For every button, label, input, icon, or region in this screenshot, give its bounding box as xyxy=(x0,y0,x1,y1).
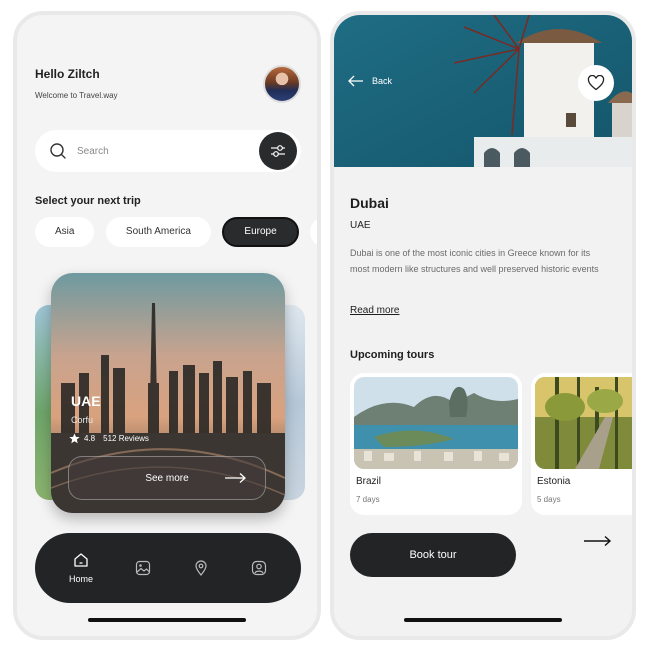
tour-card-estonia[interactable]: Estonia 5 days xyxy=(531,373,632,515)
avatar[interactable] xyxy=(263,65,301,103)
card-title: UAE xyxy=(71,393,101,409)
tour-name: Estonia xyxy=(537,476,571,487)
nav-profile[interactable] xyxy=(239,533,279,603)
card-subtitle: Corfu xyxy=(71,415,94,425)
arrow-right-icon xyxy=(225,473,246,483)
greeting-subtitle: Welcome to Travel.way xyxy=(35,91,118,100)
arrow-right-icon[interactable] xyxy=(584,535,612,547)
chip-more[interactable]: A xyxy=(310,217,317,247)
destination-title: Dubai xyxy=(350,195,389,211)
hero-image: Back xyxy=(334,15,632,167)
favorite-button[interactable] xyxy=(578,65,614,101)
back-label: Back xyxy=(372,76,393,86)
nav-home-label: Home xyxy=(68,574,93,584)
search-icon xyxy=(50,143,66,159)
tour-image-brazil xyxy=(354,377,518,469)
home-indicator xyxy=(88,618,246,622)
gallery-icon xyxy=(135,560,151,576)
search-input[interactable] xyxy=(77,141,237,161)
tour-duration: 5 days xyxy=(537,495,561,504)
read-more-link[interactable]: Read more xyxy=(350,305,399,316)
nav-location[interactable] xyxy=(181,533,221,603)
location-icon xyxy=(195,560,207,576)
nav-home[interactable]: Home xyxy=(61,533,101,603)
review-count: 512 Reviews xyxy=(103,434,149,443)
tour-image-estonia xyxy=(535,377,632,469)
see-more-label: See more xyxy=(145,472,189,484)
profile-icon xyxy=(251,560,267,576)
filter-button[interactable] xyxy=(259,132,297,170)
detail-screen: Back Dubai UAE Dubai is one of the most … xyxy=(330,11,636,640)
home-screen: Hello Ziltch Welcome to Travel.way Selec… xyxy=(13,11,321,640)
arrow-left-icon xyxy=(348,75,363,87)
card-rating: 4.8 512 Reviews xyxy=(69,433,149,444)
rating-value: 4.8 xyxy=(84,434,96,443)
chip-europe[interactable]: Europe xyxy=(222,217,299,247)
nav-gallery[interactable] xyxy=(123,533,163,603)
section-title: Select your next trip xyxy=(35,195,141,207)
home-icon xyxy=(74,553,88,567)
tour-name: Brazil xyxy=(356,476,382,487)
chip-asia[interactable]: Asia xyxy=(35,217,95,247)
category-chips: Asia South America Europe A xyxy=(35,217,317,249)
destination-description: Dubai is one of the most iconic cities i… xyxy=(350,248,599,274)
destination-card[interactable]: UAE Corfu 4.8 512 Reviews See more xyxy=(51,273,285,513)
filter-icon xyxy=(271,145,285,157)
see-more-button[interactable]: See more xyxy=(68,456,266,500)
heart-icon xyxy=(587,75,605,91)
star-icon xyxy=(69,433,80,444)
book-tour-button[interactable]: Book tour xyxy=(350,533,516,577)
bottom-nav: Home xyxy=(35,533,301,603)
greeting-title: Hello Ziltch xyxy=(35,67,100,81)
destination-country: UAE xyxy=(350,220,371,231)
home-indicator xyxy=(404,618,562,622)
back-button[interactable]: Back xyxy=(348,75,392,87)
tour-duration: 7 days xyxy=(356,495,380,504)
chip-south-america[interactable]: South America xyxy=(105,217,211,247)
upcoming-tours-title: Upcoming tours xyxy=(350,349,435,361)
tour-card-brazil[interactable]: Brazil 7 days xyxy=(350,373,522,515)
